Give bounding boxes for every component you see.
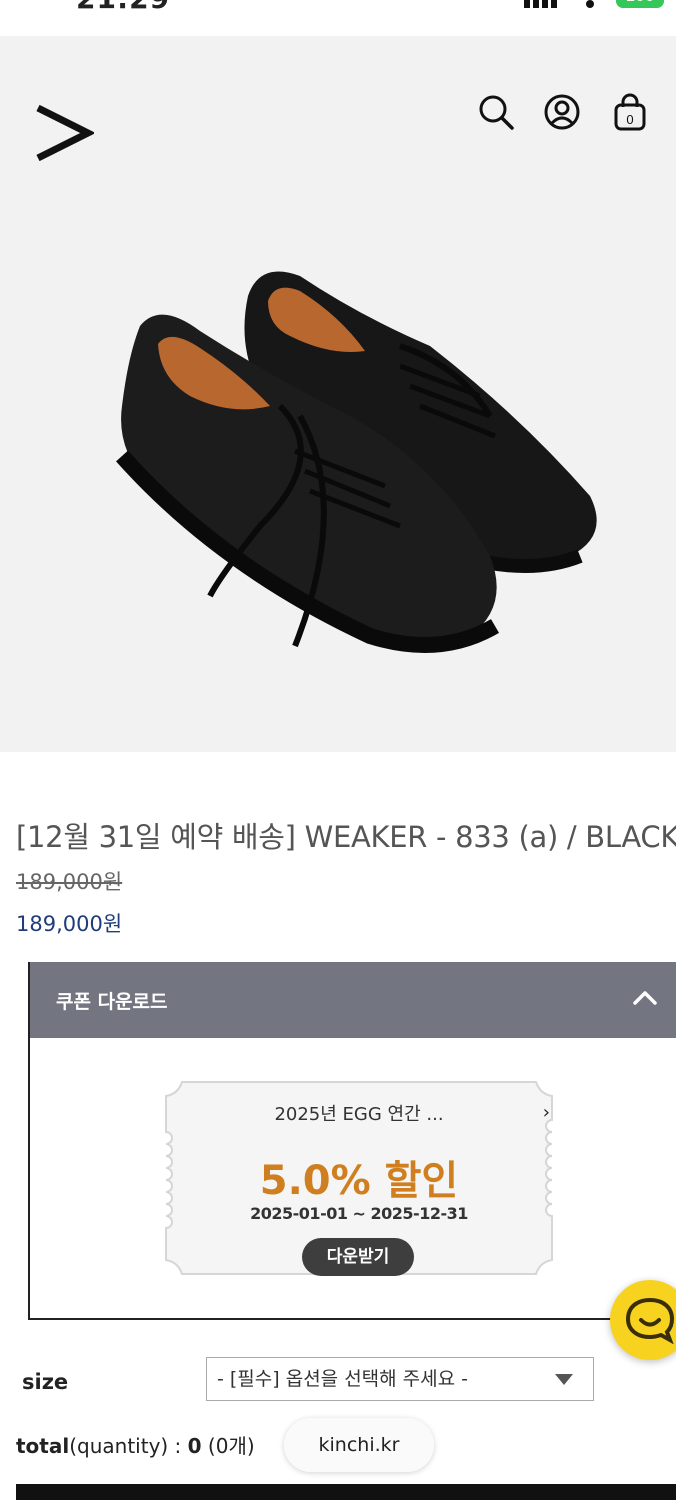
shopping-bag-icon[interactable]: 0 bbox=[610, 92, 650, 132]
svg-text:0: 0 bbox=[626, 112, 633, 127]
coupon-header-label: 쿠폰 다운로드 bbox=[56, 991, 168, 1013]
wifi-icon bbox=[586, 0, 594, 8]
size-select[interactable]: - [필수] 옵션을 선택해 주세요 - bbox=[206, 1357, 594, 1401]
status-time: 21:29 bbox=[76, 0, 170, 15]
battery-indicator: 100 bbox=[616, 0, 664, 8]
coupon-download-section: 쿠폰 다운로드 2025년 EGG 연간 ... › 5.0% 할인 2025-… bbox=[28, 962, 676, 1320]
chevron-down-icon bbox=[555, 1374, 573, 1385]
status-bar: 21:29 100 bbox=[0, 0, 676, 36]
chevron-up-icon[interactable] bbox=[632, 988, 658, 1006]
coupon-ticket: 2025년 EGG 연간 ... › 5.0% 할인 2025-01-01 ~ … bbox=[160, 1080, 558, 1276]
sale-price: 189,000원 bbox=[16, 912, 123, 936]
coupon-header[interactable]: 쿠폰 다운로드 bbox=[30, 962, 676, 1038]
size-select-value: - [필수] 옵션을 선택해 주세요 - bbox=[217, 1368, 469, 1390]
search-icon[interactable] bbox=[476, 92, 516, 132]
total-count: 0 bbox=[187, 1434, 202, 1458]
buy-now-bar[interactable] bbox=[16, 1484, 676, 1500]
coupon-download-button[interactable]: 다운받기 bbox=[302, 1238, 414, 1276]
total-label: total bbox=[16, 1434, 70, 1458]
product-image bbox=[116, 271, 597, 653]
total-sublabel: (quantity) bbox=[69, 1434, 169, 1458]
coupon-discount: 5.0% 할인 bbox=[259, 1158, 459, 1204]
account-icon[interactable] bbox=[542, 92, 582, 132]
brand-logo-icon[interactable] bbox=[34, 104, 94, 162]
browser-url-bar[interactable]: kinchi.kr bbox=[284, 1418, 434, 1472]
product-title: [12월 31일 예약 배송] WEAKER - 833 (a) / BLACK bbox=[16, 820, 676, 854]
chat-icon bbox=[625, 1297, 675, 1344]
product-hero: 0 bbox=[0, 36, 676, 752]
chevron-right-icon[interactable]: › bbox=[543, 1102, 550, 1123]
total-quantity: total(quantity) : 0 (0개) bbox=[16, 1430, 255, 1459]
chat-button[interactable] bbox=[610, 1280, 676, 1360]
total-colon: : bbox=[168, 1434, 188, 1458]
original-price: 189,000원 bbox=[16, 870, 123, 894]
coupon-dates: 2025-01-01 ~ 2025-12-31 bbox=[250, 1204, 468, 1223]
total-count-unit: (0개) bbox=[201, 1434, 255, 1458]
signal-icon bbox=[524, 0, 557, 8]
coupon-name: 2025년 EGG 연간 ... bbox=[274, 1104, 444, 1125]
header-icons: 0 bbox=[476, 92, 676, 132]
size-label: size bbox=[22, 1370, 69, 1394]
